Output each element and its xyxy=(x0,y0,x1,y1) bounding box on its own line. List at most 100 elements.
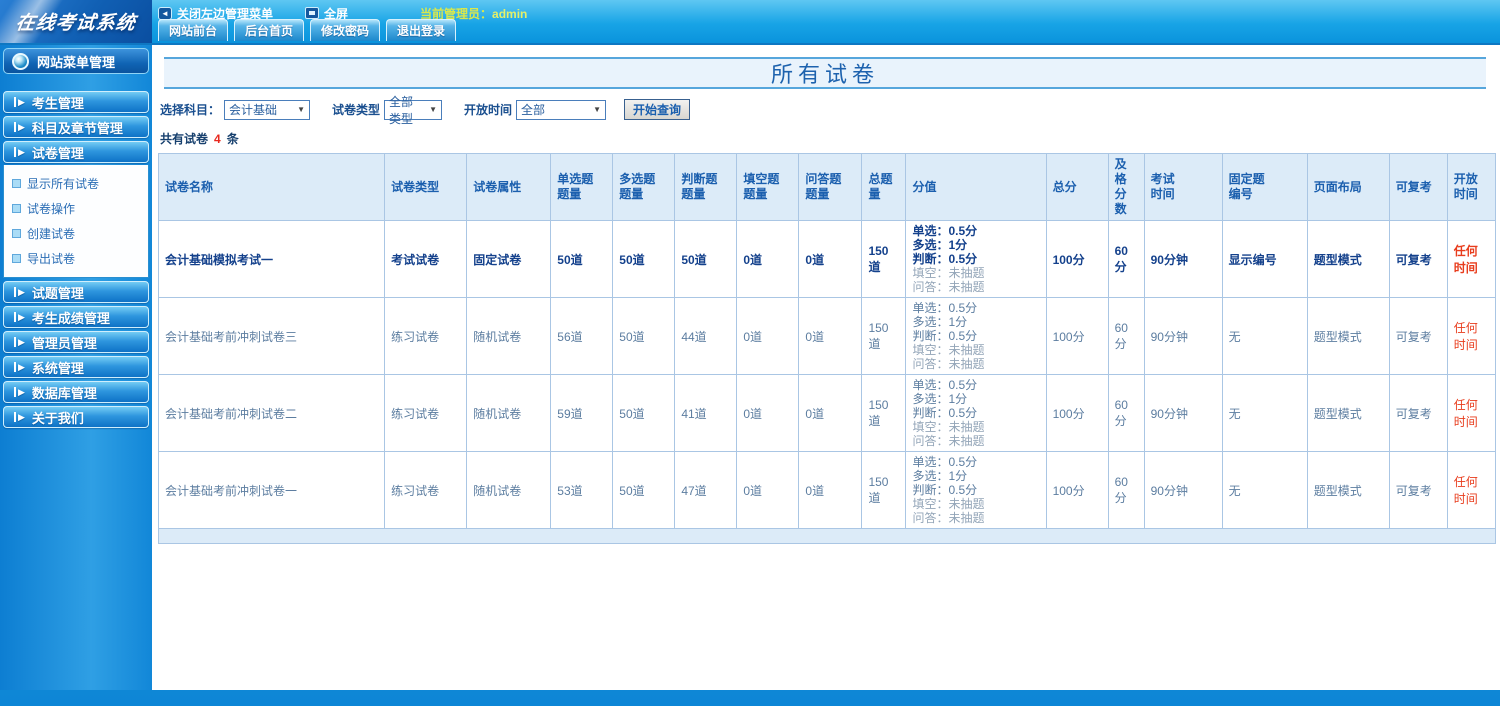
cell-scores: 单选：0.5分 多选：1分 判断：0.5分 填空：未抽题 问答：未抽题 xyxy=(905,297,1047,375)
cell-qa: 0道 xyxy=(798,451,863,529)
cell-multi: 50道 xyxy=(612,374,676,452)
cell-single: 59道 xyxy=(550,374,614,452)
cell-total_score: 100分 xyxy=(1045,220,1109,298)
cell-fill: 0道 xyxy=(736,451,800,529)
sidebar-item-label: 考生成绩管理 xyxy=(31,310,110,326)
submenu-item-show-all-papers[interactable]: 显示所有试卷 xyxy=(12,171,148,196)
sidebar-item-score-management[interactable]: ▶ 考生成绩管理 xyxy=(3,306,149,328)
submenu-item-paper-operations[interactable]: 试卷操作 xyxy=(12,196,148,221)
cell-retake: 可复考 xyxy=(1388,297,1448,375)
sidebar-item-admin-management[interactable]: ▶ 管理员管理 xyxy=(3,331,149,353)
cell-fill: 0道 xyxy=(736,374,800,452)
fullscreen-icon xyxy=(305,7,320,19)
cell-fixed_no: 无 xyxy=(1221,297,1308,375)
cell-judge: 50道 xyxy=(674,220,738,298)
column-header: 多选题 题量 xyxy=(612,153,676,221)
cell-scores: 单选：0.5分 多选：1分 判断：0.5分 填空：未抽题 问答：未抽题 xyxy=(905,374,1047,452)
column-header: 考试 时间 xyxy=(1143,153,1223,221)
tab-admin-home[interactable]: 后台首页 xyxy=(234,19,305,41)
subject-filter-label: 选择科目： xyxy=(160,103,221,117)
sidebar-item-question-management[interactable]: ▶ 试题管理 xyxy=(3,281,149,303)
paper-count-number: 4 xyxy=(214,132,221,146)
cell-name: 会计基础考前冲刺试卷一 xyxy=(157,451,386,529)
score-line: 填空：未抽题 xyxy=(912,497,985,511)
score-line: 问答：未抽题 xyxy=(912,434,985,448)
score-line: 单选：0.5分 xyxy=(912,455,978,469)
cell-single: 53道 xyxy=(550,451,614,529)
cell-retake: 可复考 xyxy=(1388,451,1448,529)
score-line: 判断：0.5分 xyxy=(912,483,978,497)
score-line: 填空：未抽题 xyxy=(912,343,985,357)
score-line: 填空：未抽题 xyxy=(912,266,985,280)
open-time-select-value: 全部 xyxy=(521,103,546,117)
cell-judge: 41道 xyxy=(674,374,738,452)
chevron-down-icon: ▼ xyxy=(429,105,438,114)
tab-site-front[interactable]: 网站前台 xyxy=(158,19,229,41)
column-header: 分值 xyxy=(905,153,1047,221)
cell-pass_score: 60分 xyxy=(1107,220,1145,298)
score-line: 多选：1分 xyxy=(912,392,968,406)
query-button[interactable]: 开始查询 xyxy=(624,99,691,120)
cell-layout: 题型模式 xyxy=(1306,297,1390,375)
open-time-select[interactable]: 全部 ▼ xyxy=(516,99,607,120)
cell-fixed_no: 无 xyxy=(1221,374,1308,452)
cell-fixed_no: 无 xyxy=(1221,451,1308,529)
sidebar-title-bar: 网站菜单管理 xyxy=(3,48,149,74)
submenu-bullet-icon xyxy=(12,254,21,263)
page-title-band: 所有试卷 xyxy=(164,57,1486,89)
menu-arrow-icon: ▶ xyxy=(14,122,25,132)
cell-qa: 0道 xyxy=(798,297,863,375)
sidebar-item-label: 考生管理 xyxy=(31,95,84,111)
cell-attr: 随机试卷 xyxy=(466,374,552,452)
cell-pass_score: 60分 xyxy=(1107,374,1145,452)
menu-arrow-icon: ▶ xyxy=(14,312,25,322)
cell-fixed_no: 显示编号 xyxy=(1221,220,1308,298)
type-filter-label: 试卷类型 xyxy=(332,103,381,117)
cell-multi: 50道 xyxy=(612,220,676,298)
sidebar-item-paper-management[interactable]: ▶ 试卷管理 xyxy=(3,141,149,163)
tab-logout[interactable]: 退出登录 xyxy=(386,19,457,41)
cell-layout: 题型模式 xyxy=(1306,451,1390,529)
sidebar-title: 网站菜单管理 xyxy=(37,54,116,70)
main-content: 所有试卷 选择科目： 会计基础 ▼ 试卷类型 全部类型 ▼ 开放时间 全部 ▼ … xyxy=(152,45,1500,690)
submenu-bullet-icon xyxy=(12,204,21,213)
submenu-item-create-paper[interactable]: 创建试卷 xyxy=(12,221,148,246)
column-header: 判断题 题量 xyxy=(674,153,738,221)
submenu-item-export-paper[interactable]: 导出试卷 xyxy=(12,246,148,271)
subject-select[interactable]: 会计基础 ▼ xyxy=(224,99,311,120)
tab-change-password[interactable]: 修改密码 xyxy=(310,19,381,41)
app-logo: 在线考试系统 xyxy=(0,0,152,43)
cell-retake: 可复考 xyxy=(1388,220,1448,298)
sidebar-item-about-us[interactable]: ▶ 关于我们 xyxy=(3,406,149,428)
submenu-item-label: 导出试卷 xyxy=(27,252,76,266)
cell-type: 练习试卷 xyxy=(384,374,468,452)
sidebar-item-label: 系统管理 xyxy=(31,360,84,376)
submenu-paper-management: 显示所有试卷试卷操作创建试卷导出试卷 xyxy=(3,165,149,278)
column-header: 填空题 题量 xyxy=(736,153,800,221)
sidebar-item-database-management[interactable]: ▶ 数据库管理 xyxy=(3,381,149,403)
cell-total_score: 100分 xyxy=(1045,297,1109,375)
cell-duration: 90分钟 xyxy=(1143,297,1223,375)
cell-layout: 题型模式 xyxy=(1306,220,1390,298)
chevron-down-icon: ▼ xyxy=(593,105,602,114)
submenu-item-label: 显示所有试卷 xyxy=(27,177,100,191)
cell-open_time: 任何时间 xyxy=(1446,220,1497,298)
score-line: 问答：未抽题 xyxy=(912,357,985,371)
column-header: 页面布局 xyxy=(1306,153,1390,221)
cell-duration: 90分钟 xyxy=(1143,451,1223,529)
paper-type-select[interactable]: 全部类型 ▼ xyxy=(384,95,443,126)
column-header: 及格 分数 xyxy=(1107,153,1145,221)
score-line: 多选：1分 xyxy=(912,238,968,252)
open-time-filter-label: 开放时间 xyxy=(464,103,513,117)
top-header: 在线考试系统 ◄ 关闭左边管理菜单 全屏 当前管理员：admin 网站前台 后台首… xyxy=(0,0,1500,45)
score-line: 多选：1分 xyxy=(912,469,968,483)
column-header: 固定题 编号 xyxy=(1221,153,1308,221)
table-row: 会计基础考前冲刺试卷二 练习试卷 随机试卷 59道 50道 41道 0道 0道 150道 单选：0… xyxy=(157,374,1497,452)
sphere-icon xyxy=(12,52,29,70)
sidebar-item-examinee-management[interactable]: ▶ 考生管理 xyxy=(3,91,149,113)
sidebar-item-system-management[interactable]: ▶ 系统管理 xyxy=(3,356,149,378)
cell-name: 会计基础考前冲刺试卷二 xyxy=(157,374,386,452)
submenu-item-label: 创建试卷 xyxy=(27,227,76,241)
sidebar-item-subject-chapter-management[interactable]: ▶ 科目及章节管理 xyxy=(3,116,149,138)
cell-type: 练习试卷 xyxy=(384,297,468,375)
